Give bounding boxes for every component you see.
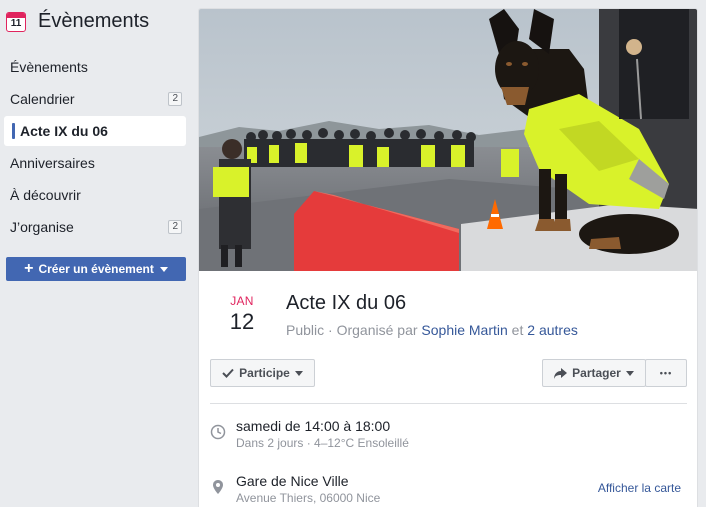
chevron-down-icon — [294, 370, 303, 376]
show-map-link[interactable]: Afficher la carte — [598, 481, 681, 495]
event-location-row: Gare de Nice Ville Avenue Thiers, 06000 … — [210, 473, 687, 507]
chevron-down-icon — [159, 266, 168, 272]
event-address: Avenue Thiers, 06000 Nice — [236, 491, 381, 505]
organized-by-text: · Organisé par — [324, 322, 422, 338]
share-button[interactable]: Partager — [542, 359, 646, 387]
organizer-link[interactable]: Sophie Martin — [421, 322, 507, 338]
event-title: Acte IX du 06 — [286, 292, 407, 314]
sidebar-item-calendar[interactable]: Calendrier 2 — [4, 84, 186, 114]
event-time-row: samedi de 14:00 à 18:00 Dans 2 jours · 4… — [210, 418, 687, 454]
and-text: et — [507, 322, 528, 338]
events-sidebar: 11 Évènements Évènements Calendrier 2 Ac… — [0, 0, 192, 507]
sidebar-nav: Évènements Calendrier 2 Acte IX du 06 An… — [0, 52, 192, 244]
count-badge: 2 — [168, 92, 182, 106]
share-arrow-icon — [554, 367, 568, 379]
going-label: Participe — [239, 366, 290, 380]
cover-image — [199, 9, 697, 271]
chevron-down-icon — [625, 370, 634, 376]
event-subtitle: Public · Organisé par Sophie Martin et 2… — [286, 322, 578, 338]
more-options-button[interactable]: ••• — [645, 359, 687, 387]
sidebar-item-label: Évènements — [10, 59, 88, 75]
event-location[interactable]: Gare de Nice Ville — [236, 473, 349, 489]
going-button[interactable]: Participe — [210, 359, 315, 387]
plus-icon: + — [24, 260, 34, 277]
sidebar-item-events[interactable]: Évènements — [4, 52, 186, 82]
create-event-button[interactable]: + Créer un évènement — [6, 257, 186, 281]
sidebar-item-discover[interactable]: À découvrir — [4, 180, 186, 210]
sidebar-item-acte-ix[interactable]: Acte IX du 06 — [4, 116, 186, 146]
event-date-month: JAN — [230, 294, 254, 308]
divider — [210, 403, 687, 404]
sidebar-item-birthdays[interactable]: Anniversaires — [4, 148, 186, 178]
event-privacy: Public — [286, 322, 325, 338]
event-time: samedi de 14:00 à 18:00 — [236, 418, 391, 434]
count-badge: 2 — [168, 220, 182, 234]
event-cover-photo — [199, 9, 697, 271]
clock-icon — [210, 424, 226, 440]
sidebar-item-label: Anniversaires — [10, 155, 95, 171]
others-link[interactable]: 2 autres — [527, 322, 578, 338]
sidebar-item-label: Calendrier — [10, 91, 75, 107]
calendar-icon: 11 — [6, 11, 26, 32]
event-time-detail: Dans 2 jours · 4–12°C Ensoleillé — [236, 436, 409, 450]
event-date-day: 12 — [229, 309, 255, 334]
map-pin-icon — [213, 480, 223, 494]
check-icon — [222, 368, 234, 378]
create-event-label: Créer un évènement — [38, 262, 154, 276]
share-label: Partager — [572, 366, 621, 380]
event-date: JAN 12 — [219, 294, 265, 335]
sidebar-item-label: À découvrir — [10, 187, 81, 203]
sidebar-item-label: Acte IX du 06 — [20, 123, 108, 139]
sidebar-item-label: J’organise — [10, 219, 74, 235]
more-dots-icon: ••• — [659, 368, 673, 378]
sidebar-item-hosting[interactable]: J’organise 2 — [4, 212, 186, 242]
sidebar-title: Évènements — [38, 10, 150, 32]
sidebar-header: 11 Évènements — [6, 10, 149, 33]
event-card: JAN 12 Acte IX du 06 Public · Organisé p… — [198, 8, 698, 507]
calendar-icon-number: 11 — [10, 17, 22, 29]
